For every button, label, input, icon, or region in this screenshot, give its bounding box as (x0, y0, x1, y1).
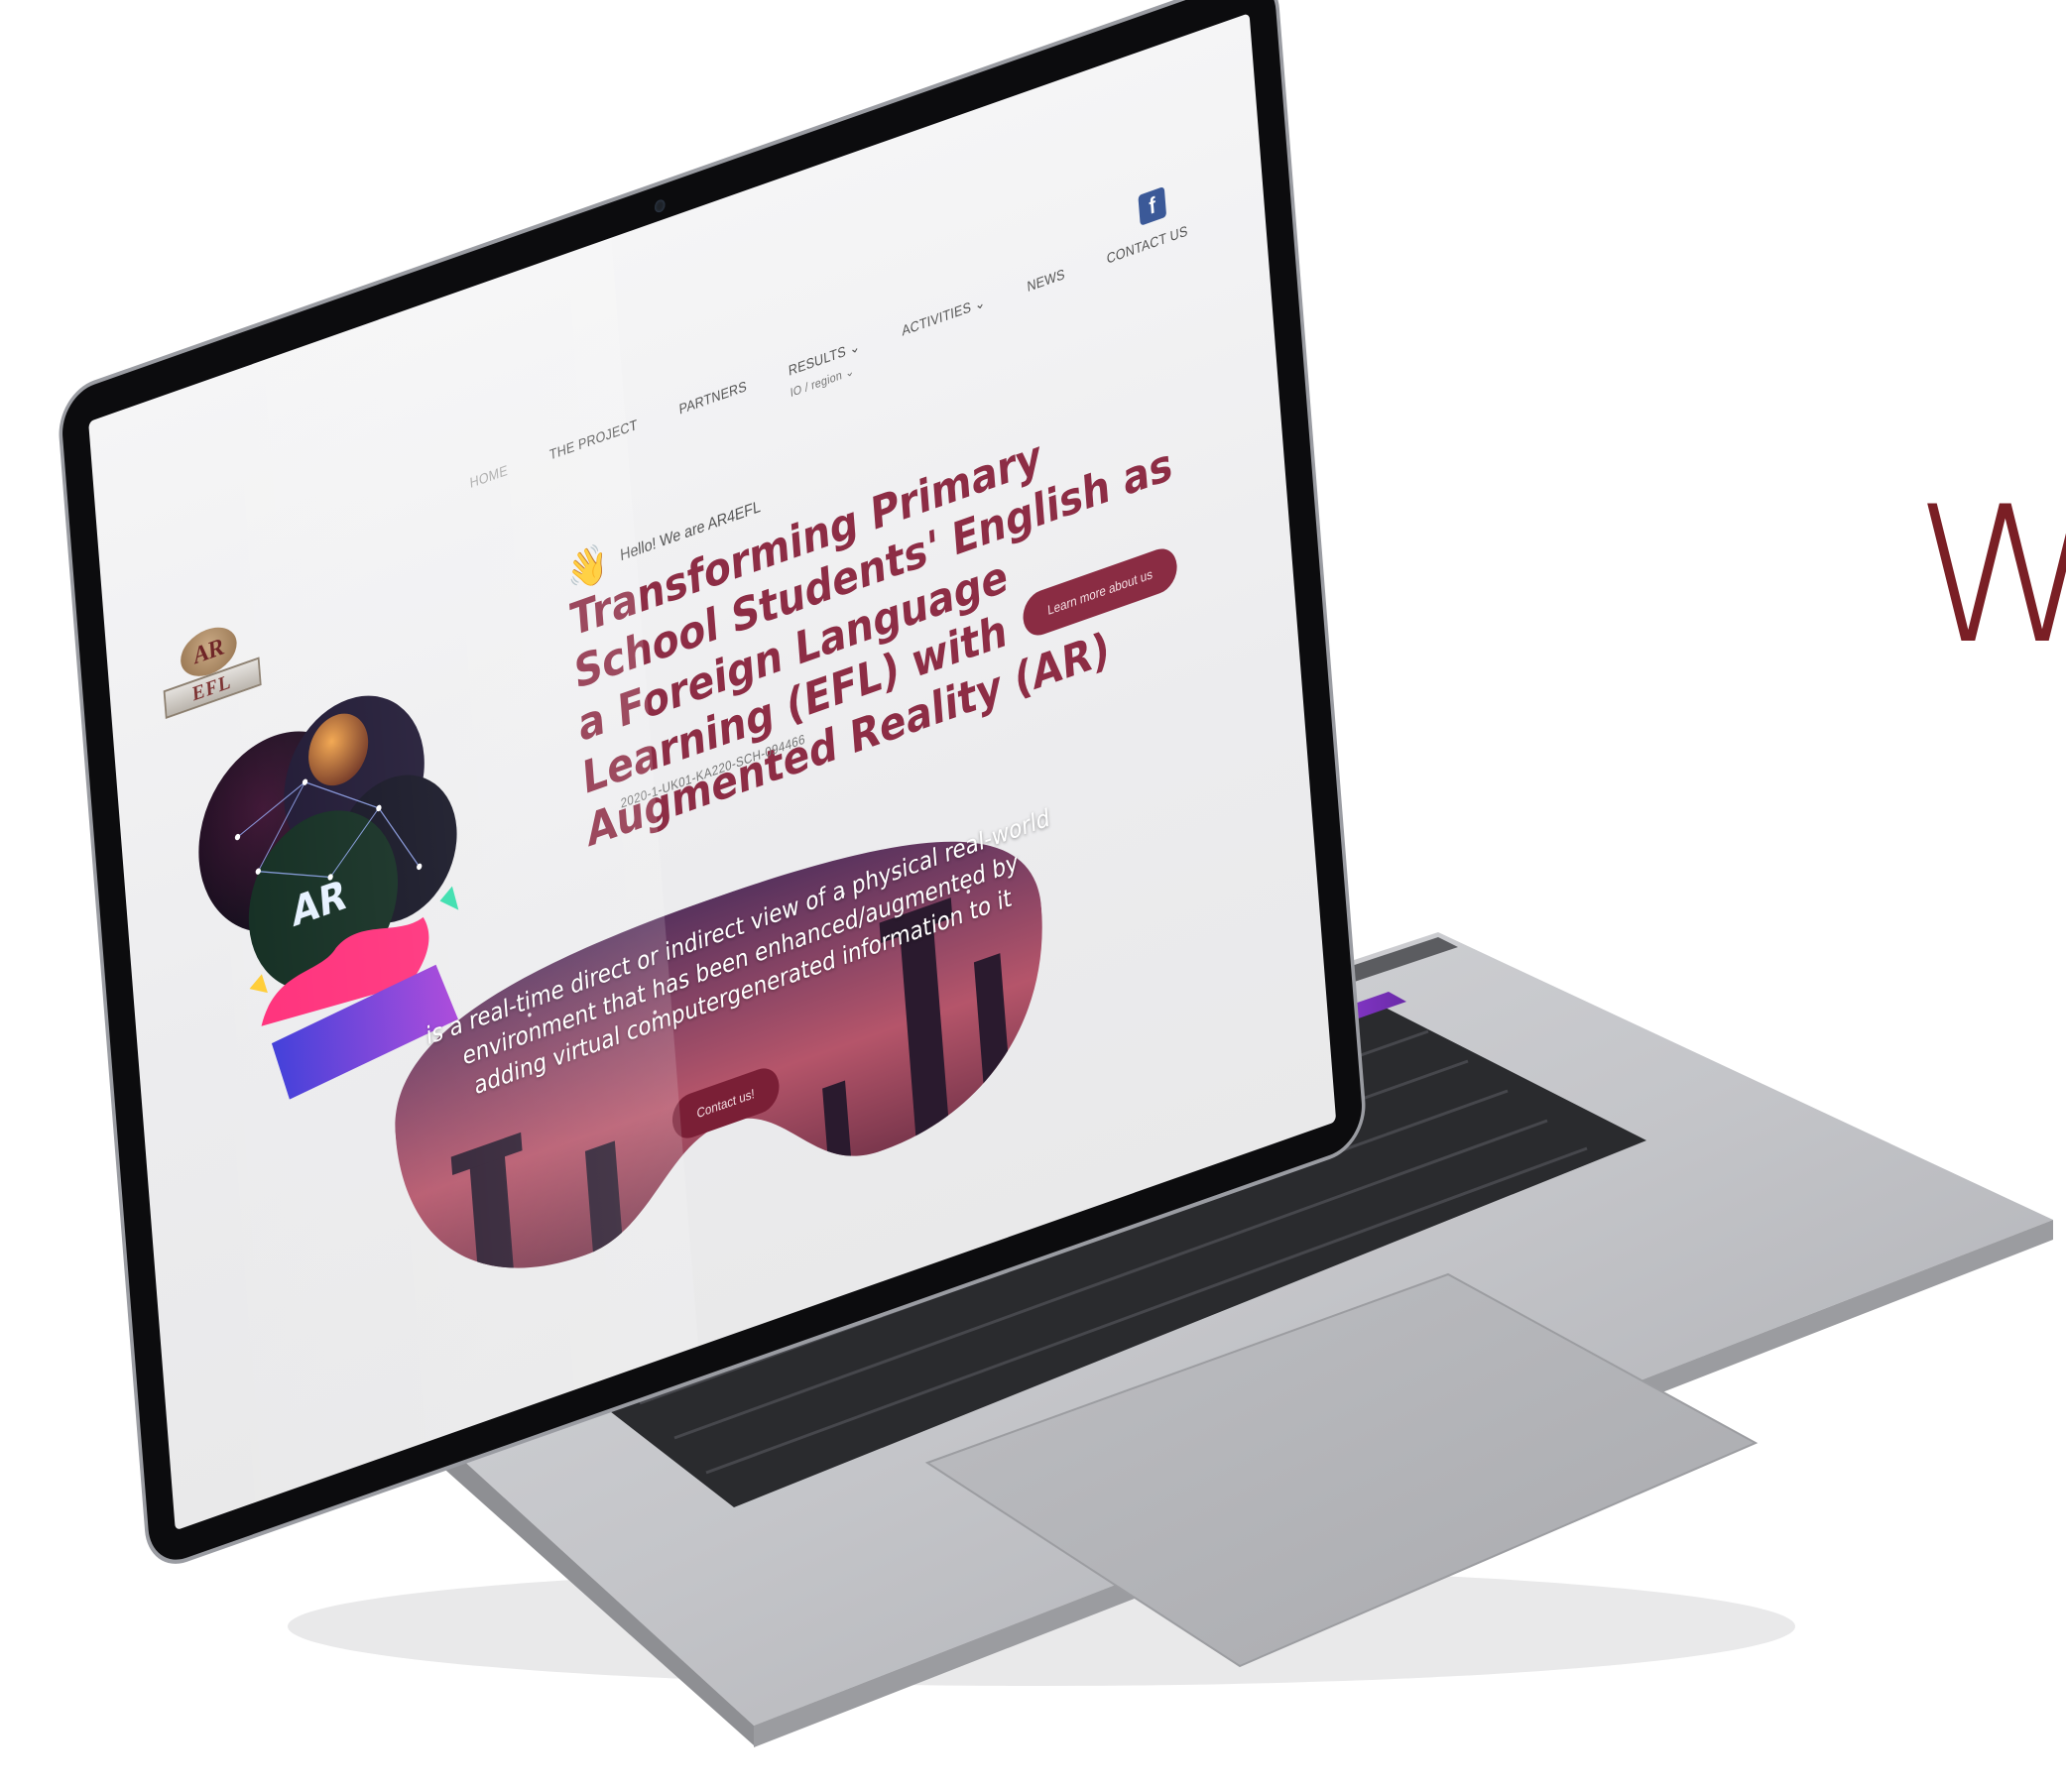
nav-partners[interactable]: PARTNERS (678, 377, 747, 417)
camera-icon (654, 197, 667, 214)
nav-home[interactable]: HOME (469, 461, 508, 491)
mockup-stage: W HOME THE PROJECT PARTNERS RESULTS ⌄ IO… (0, 0, 2066, 1792)
nav-news[interactable]: NEWS (1027, 265, 1065, 295)
facebook-icon[interactable]: f (1138, 185, 1167, 226)
nav-activities[interactable]: ACTIVITIES ⌄ (902, 294, 986, 340)
nav-contact-us[interactable]: CONTACT US (1106, 222, 1188, 267)
nav-results-group: RESULTS ⌄ IO / region ⌄ (788, 337, 862, 400)
nav-the-project[interactable]: THE PROJECT (548, 416, 638, 462)
